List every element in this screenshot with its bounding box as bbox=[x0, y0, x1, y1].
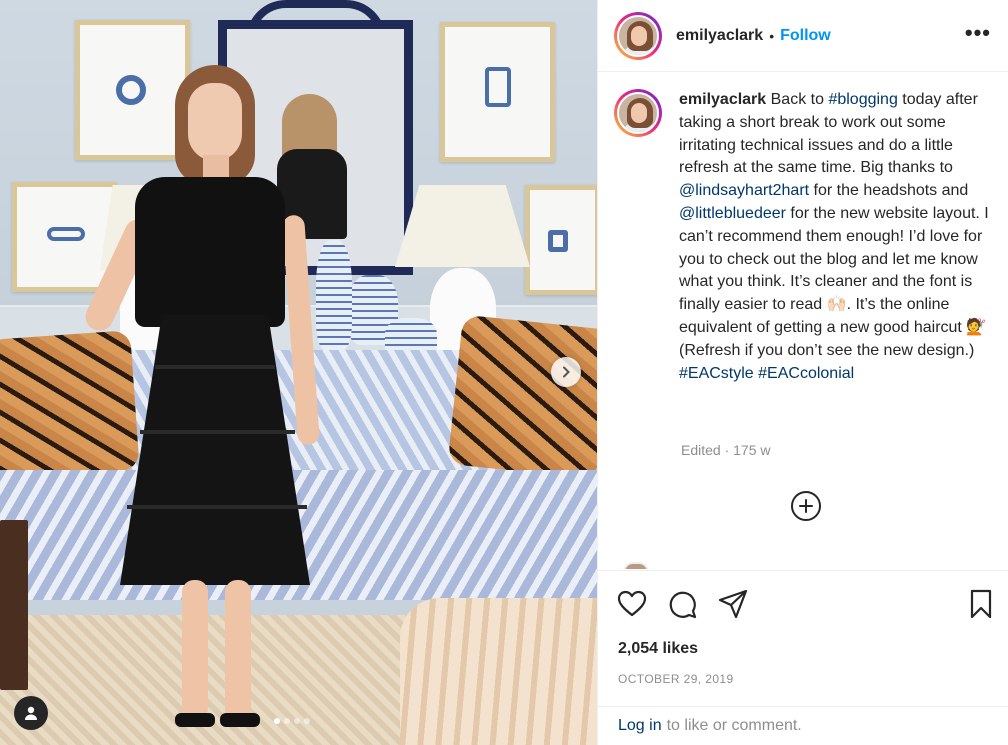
photo-frame-lower-right bbox=[525, 185, 597, 295]
caption-area: emilyaclark Back to #blogging today afte… bbox=[598, 73, 1008, 569]
hashtag-eacstyle[interactable]: #EACstyle bbox=[679, 365, 754, 382]
login-footer: Log in to like or comment. bbox=[598, 706, 1008, 745]
carousel-dot bbox=[294, 718, 300, 724]
haircut-emoji: 💇 bbox=[966, 318, 987, 336]
carousel-dot bbox=[284, 718, 290, 724]
post-photo[interactable] bbox=[0, 0, 597, 745]
plus-circle-icon bbox=[799, 499, 813, 513]
side-table bbox=[0, 520, 28, 690]
user-tag-icon bbox=[25, 706, 37, 720]
caption-avatar[interactable] bbox=[614, 89, 662, 137]
share-icon[interactable] bbox=[717, 588, 749, 620]
carousel-indicator bbox=[274, 718, 310, 724]
carousel-dot bbox=[304, 718, 310, 724]
heart-icon[interactable] bbox=[616, 588, 648, 620]
load-more-comments-button[interactable] bbox=[791, 491, 821, 521]
mention-littlebluedeer[interactable]: @littlebluedeer bbox=[679, 205, 786, 222]
photo-frame-right bbox=[440, 22, 555, 162]
more-options-button[interactable]: ••• bbox=[965, 22, 991, 44]
comment-avatar-peek bbox=[623, 562, 649, 569]
user-tag-button[interactable] bbox=[14, 696, 48, 730]
woman-in-black-dress bbox=[75, 65, 335, 745]
post-date[interactable]: OCTOBER 29, 2019 bbox=[618, 672, 734, 686]
post-panel: emilyaclark • Follow ••• emilyaclark Bac… bbox=[597, 0, 1008, 745]
login-link[interactable]: Log in bbox=[618, 717, 662, 735]
comment-icon[interactable] bbox=[666, 588, 698, 620]
hashtag-eaccolonial[interactable]: #EACcolonial bbox=[758, 365, 854, 382]
caption-text-1: Back to bbox=[766, 91, 829, 108]
edited-timestamp: Edited · 175 w bbox=[681, 442, 771, 458]
hashtag-blogging[interactable]: #blogging bbox=[828, 91, 897, 108]
post-header: emilyaclark • Follow ••• bbox=[598, 0, 1008, 72]
follow-button[interactable]: Follow bbox=[780, 27, 831, 45]
chevron-right-icon bbox=[563, 366, 570, 378]
caption-username[interactable]: emilyaclark bbox=[679, 91, 766, 108]
login-prompt-text: to like or comment. bbox=[666, 717, 802, 734]
carousel-dot bbox=[274, 718, 280, 724]
caption: emilyaclark Back to #blogging today afte… bbox=[614, 89, 999, 385]
striped-armchair bbox=[400, 598, 597, 745]
carousel-next-button[interactable] bbox=[551, 357, 581, 387]
likes-count[interactable]: 2,054 likes bbox=[618, 640, 698, 658]
raised-hands-emoji: 🙌🏻 bbox=[826, 296, 847, 314]
header-username[interactable]: emilyaclark bbox=[676, 27, 763, 45]
tiger-pillow-right bbox=[447, 314, 597, 480]
mention-lindsayhart2hart[interactable]: @lindsayhart2hart bbox=[679, 182, 809, 199]
header-avatar[interactable] bbox=[614, 11, 662, 60]
action-bar bbox=[598, 570, 1008, 636]
caption-text: emilyaclark Back to #blogging today afte… bbox=[679, 89, 999, 385]
header-separator: • bbox=[769, 27, 775, 44]
bookmark-icon[interactable] bbox=[965, 588, 997, 620]
caption-text-3: for the headshots and bbox=[809, 182, 969, 200]
caption-text-6: (Refresh if you don’t see the new design… bbox=[679, 341, 975, 359]
